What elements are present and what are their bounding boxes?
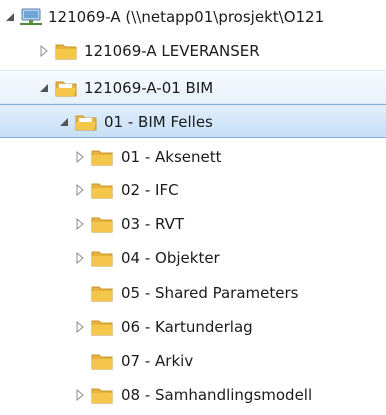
tree-item-rvt[interactable]: 03 - RVT	[0, 207, 386, 241]
tree-item-samhandlingsmodell[interactable]: 08 - Samhandlingsmodell	[0, 378, 386, 412]
tree-item-label: 01 - BIM Felles	[104, 113, 213, 131]
tree-item-aksenett[interactable]: 01 - Aksenett	[0, 140, 386, 174]
tree-item-label: 08 - Samhandlingsmodell	[121, 386, 313, 404]
tree-item-root[interactable]: 121069-A (\\netapp01\prosjekt\O121	[0, 0, 386, 34]
collapsed-arrow-icon[interactable]	[74, 184, 86, 196]
expanded-arrow-icon[interactable]	[58, 116, 70, 128]
expanded-arrow-icon[interactable]	[38, 82, 50, 94]
collapsed-arrow-icon[interactable]	[38, 45, 50, 57]
tree-item-label: 121069-A (\\netapp01\prosjekt\O121	[48, 8, 325, 26]
collapsed-arrow-icon[interactable]	[74, 151, 86, 163]
tree-item-bim-felles[interactable]: 01 - BIM Felles	[0, 104, 386, 138]
tree-item-label: 01 - Aksenett	[121, 148, 222, 166]
folder-icon	[91, 183, 113, 199]
tree-item-label: 03 - RVT	[121, 215, 185, 233]
tree-item-objekter[interactable]: 04 - Objekter	[0, 241, 386, 275]
folder-icon	[91, 320, 113, 336]
folder-icon	[91, 354, 113, 370]
tree-item-label: 07 - Arkiv	[121, 352, 194, 370]
folder-icon	[91, 150, 113, 166]
tree-item-ifc[interactable]: 02 - IFC	[0, 173, 386, 207]
tree-item-arkiv[interactable]: 07 - Arkiv	[0, 344, 386, 378]
expanded-arrow-icon[interactable]	[4, 11, 16, 23]
tree-item-label: 02 - IFC	[121, 181, 179, 199]
tree-item-kartunderlag[interactable]: 06 - Kartunderlag	[0, 310, 386, 344]
tree-item-label: 04 - Objekter	[121, 249, 220, 267]
folder-icon	[55, 44, 77, 60]
tree-item-leveranser[interactable]: 121069-A LEVERANSER	[0, 34, 386, 68]
collapsed-arrow-icon[interactable]	[74, 252, 86, 264]
folder-icon	[91, 251, 113, 267]
collapsed-arrow-icon[interactable]	[74, 218, 86, 230]
tree-item-bim[interactable]: 121069-A-01 BIM	[0, 70, 386, 104]
tree-item-label: 05 - Shared Parameters	[121, 284, 299, 302]
folder-icon	[91, 388, 113, 404]
tree-item-label: 121069-A-01 BIM	[84, 79, 214, 97]
folder-open-icon	[55, 81, 77, 97]
network-drive-icon	[20, 8, 42, 25]
folder-tree: 121069-A (\\netapp01\prosjekt\O121 12106…	[0, 0, 386, 415]
folder-open-icon	[75, 115, 97, 131]
tree-item-label: 06 - Kartunderlag	[121, 318, 253, 336]
folder-icon	[91, 217, 113, 233]
collapsed-arrow-icon[interactable]	[74, 321, 86, 333]
tree-item-label: 121069-A LEVERANSER	[84, 42, 260, 60]
tree-item-shared-parameters[interactable]: 05 - Shared Parameters	[0, 276, 386, 310]
collapsed-arrow-icon[interactable]	[74, 389, 86, 401]
folder-icon	[91, 286, 113, 302]
